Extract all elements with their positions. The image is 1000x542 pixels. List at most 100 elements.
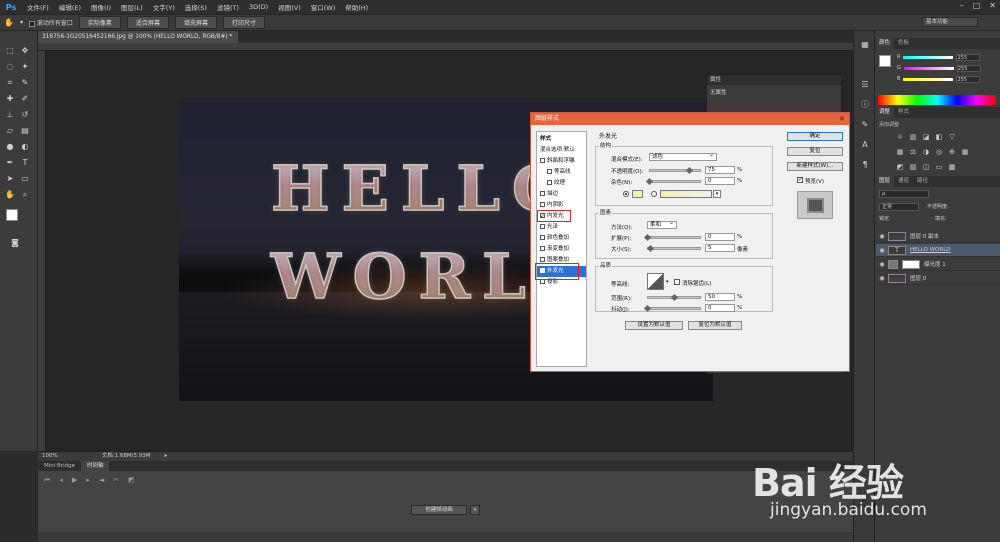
range-input[interactable]: 50 xyxy=(705,293,735,301)
solid-color-radio[interactable] xyxy=(623,191,629,197)
healing-brush-icon[interactable]: ✚ xyxy=(4,93,16,105)
style-checkbox[interactable] xyxy=(540,246,545,251)
audio-icon[interactable]: ◄ xyxy=(99,476,104,485)
layer-row[interactable]: ◉ 图层 0 副本 xyxy=(876,230,1000,243)
menu-3d[interactable]: 3D(D) xyxy=(244,3,273,11)
first-frame-icon[interactable]: ⏮ xyxy=(44,476,50,485)
style-checkbox[interactable] xyxy=(540,191,545,196)
history-panel-icon[interactable]: ▦ xyxy=(859,39,871,51)
brush-panel-icon[interactable]: ✎ xyxy=(859,119,871,131)
style-checkbox[interactable] xyxy=(540,235,545,240)
color-g-slider[interactable] xyxy=(903,66,954,70)
zoom-level[interactable]: 100% xyxy=(42,452,58,461)
new-style-button[interactable]: 新建样式(W)... xyxy=(787,162,843,171)
color-b-row[interactable]: B 255 xyxy=(897,75,997,83)
play-icon[interactable]: ▶ xyxy=(72,476,77,485)
blending-options-item[interactable]: 混合选项:默认 xyxy=(537,145,586,156)
noise-slider[interactable] xyxy=(649,180,701,183)
create-frame-animation-button[interactable]: 创建帧动画 xyxy=(411,505,467,515)
preview-checkbox[interactable]: ✓ xyxy=(797,177,803,183)
style-list-header[interactable]: 样式 xyxy=(537,134,586,145)
history-brush-icon[interactable]: ↺ xyxy=(19,109,31,121)
path-selection-icon[interactable]: ➤ xyxy=(4,173,16,185)
tool-preset-chevron-icon[interactable]: ▾ xyxy=(20,19,23,26)
color-b-value[interactable]: 255 xyxy=(956,75,981,83)
scroll-all-windows[interactable]: 滚动所有窗口 xyxy=(28,18,73,27)
opacity-input[interactable]: 75 xyxy=(705,166,735,174)
channel-mixer-icon[interactable]: ⊕ xyxy=(948,148,956,156)
menu-file[interactable]: 文件(F) xyxy=(22,2,54,12)
marquee-tool-icon[interactable]: ⬚ xyxy=(4,45,16,57)
size-slider[interactable] xyxy=(647,247,701,250)
actual-pixels-button[interactable]: 实际像素 xyxy=(78,16,121,29)
jitter-input[interactable]: 0 xyxy=(705,304,735,312)
color-spectrum[interactable] xyxy=(878,95,996,105)
menu-select[interactable]: 选择(S) xyxy=(180,2,212,12)
hue-saturation-icon[interactable]: ▦ xyxy=(896,148,904,156)
menu-layer[interactable]: 图层(L) xyxy=(116,2,148,12)
gradient-tool-icon[interactable]: ▤ xyxy=(19,125,31,137)
opacity-slider[interactable] xyxy=(649,169,701,172)
invert-icon[interactable]: ◩ xyxy=(896,163,904,171)
prev-frame-icon[interactable]: ◂ xyxy=(59,476,63,485)
photo-filter-icon[interactable]: ◎ xyxy=(935,148,943,156)
noise-input[interactable]: 0 xyxy=(705,177,735,185)
layer-row[interactable]: ◉ 图层 0 xyxy=(876,272,1000,285)
visibility-eye-icon[interactable]: ◉ xyxy=(876,247,888,254)
tab-channels[interactable]: 通道 xyxy=(894,176,913,187)
menu-edit[interactable]: 编辑(E) xyxy=(54,2,86,12)
spread-input[interactable]: 0 xyxy=(705,233,735,241)
color-balance-icon[interactable]: ⚖ xyxy=(909,148,917,156)
color-g-row[interactable]: G 255 xyxy=(897,64,997,72)
clone-stamp-icon[interactable]: ⊥ xyxy=(4,109,16,121)
style-item-texture[interactable]: 纹理 xyxy=(537,178,586,189)
info-panel-icon[interactable]: ⓘ xyxy=(859,99,871,111)
paragraph-panel-icon[interactable]: ¶ xyxy=(859,159,871,171)
fit-screen-button[interactable]: 适合屏幕 xyxy=(126,16,169,29)
transition-icon[interactable]: ◩ xyxy=(128,476,135,485)
scroll-all-checkbox[interactable] xyxy=(28,20,35,27)
make-default-button[interactable]: 设置为默认值 xyxy=(625,321,683,330)
tab-styles[interactable]: 样式 xyxy=(894,107,913,118)
size-input[interactable]: 5 xyxy=(705,244,735,252)
color-lookup-icon[interactable]: ▦ xyxy=(961,148,969,156)
status-menu-icon[interactable]: ▸ xyxy=(164,452,167,461)
visibility-eye-icon[interactable]: ◉ xyxy=(876,275,888,282)
crop-tool-icon[interactable]: ⌗ xyxy=(4,77,16,89)
menu-type[interactable]: 文字(Y) xyxy=(148,2,180,12)
style-item-stroke[interactable]: 描边 xyxy=(537,189,586,200)
menu-view[interactable]: 视图(V) xyxy=(273,2,306,12)
antialias-checkbox[interactable] xyxy=(674,279,680,285)
reset-default-button[interactable]: 复位为默认值 xyxy=(688,321,742,330)
gradient-map-icon[interactable]: ▭ xyxy=(935,163,943,171)
contour-dropdown-icon[interactable]: ▾ xyxy=(666,279,669,285)
reset-button[interactable]: 复位 xyxy=(787,147,843,156)
color-fg-swatch[interactable] xyxy=(879,55,891,67)
close-icon[interactable]: ✕ xyxy=(989,1,996,10)
color-r-slider[interactable] xyxy=(903,55,954,59)
visibility-eye-icon[interactable]: ◉ xyxy=(876,261,888,268)
move-tool-icon[interactable]: ✥ xyxy=(19,45,31,57)
color-r-value[interactable]: 255 xyxy=(956,53,981,61)
glow-gradient-swatch[interactable] xyxy=(660,190,712,198)
fill-screen-button[interactable]: 填充屏幕 xyxy=(174,16,217,29)
exposure-icon[interactable]: ◧ xyxy=(935,133,943,141)
style-checkbox[interactable] xyxy=(540,224,545,229)
gradient-dropdown-icon[interactable]: ▾ xyxy=(713,190,721,198)
color-r-row[interactable]: R 255 xyxy=(897,53,997,61)
ok-button[interactable]: 确定 xyxy=(787,132,843,141)
quick-mask-icon[interactable]: ◙ xyxy=(9,237,21,249)
style-checkbox[interactable] xyxy=(540,202,545,207)
print-size-button[interactable]: 打印尺寸 xyxy=(222,16,265,29)
menu-help[interactable]: 帮助(H) xyxy=(340,2,373,12)
type-tool-icon[interactable]: T xyxy=(19,157,31,169)
posterize-icon[interactable]: ▨ xyxy=(909,163,917,171)
tab-paths[interactable]: 路径 xyxy=(913,176,932,187)
dodge-tool-icon[interactable]: ◐ xyxy=(19,141,31,153)
menu-window[interactable]: 窗口(W) xyxy=(306,2,341,12)
lasso-tool-icon[interactable]: ◌ xyxy=(4,61,16,73)
style-item-gradient-overlay[interactable]: 渐变叠加 xyxy=(537,244,586,255)
character-panel-icon[interactable]: A xyxy=(859,139,871,151)
properties-panel-icon[interactable]: ☰ xyxy=(859,79,871,91)
pen-tool-icon[interactable]: ✒ xyxy=(4,157,16,169)
